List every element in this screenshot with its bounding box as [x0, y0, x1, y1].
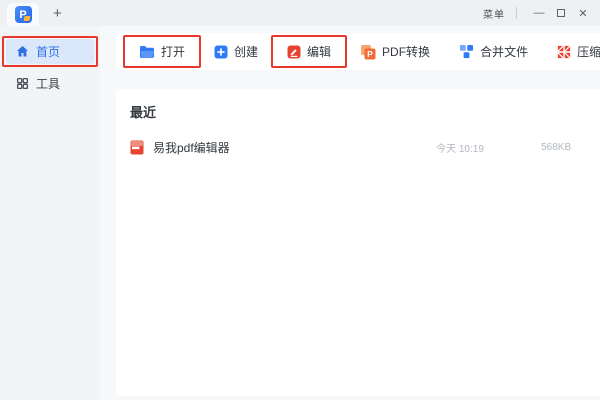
pdf-file-icon — [130, 140, 144, 155]
open-folder-icon — [139, 45, 155, 59]
pdf-convert-button[interactable]: P PDF转换 — [350, 37, 440, 66]
recent-file-row[interactable]: 易我pdf编辑器 今天 10:19 568KB ⋯ — [130, 135, 600, 159]
sidebar-item-label: 工具 — [36, 75, 60, 92]
sidebar: 首页 工具 — [0, 26, 100, 400]
sidebar-item-label: 首页 — [36, 43, 60, 60]
recent-section: 最近 易我pdf编辑器 今天 10:19 568KB ⋯ — [116, 89, 600, 396]
pdf-convert-icon: P — [360, 44, 376, 60]
app-logo-icon: P — [15, 6, 32, 23]
create-button[interactable]: 创建 — [204, 37, 268, 66]
tools-grid-icon — [16, 77, 29, 90]
file-time: 今天 10:19 — [436, 140, 541, 155]
main-panel: 打开 创建 编辑 — [100, 26, 600, 400]
merge-files-button[interactable]: 合并文件 — [449, 37, 538, 66]
window-body: 首页 工具 打开 — [0, 26, 600, 400]
svg-text:P: P — [367, 49, 373, 59]
edit-button[interactable]: 编辑 — [277, 37, 341, 66]
menu-button[interactable]: 菜单 — [483, 6, 505, 21]
merge-files-icon — [459, 44, 474, 59]
tool-button-label: 打开 — [161, 43, 185, 60]
tool-button-label: 压缩 — [577, 43, 600, 60]
new-tab-button[interactable]: + — [53, 6, 62, 21]
create-plus-icon — [214, 45, 228, 59]
tool-button-label: 合并文件 — [480, 43, 528, 60]
recent-title: 最近 — [130, 102, 600, 121]
pdf-editor-window: P + 菜单 — ✕ 首页 — [0, 0, 600, 400]
sidebar-item-tools[interactable]: 工具 — [6, 71, 94, 96]
tool-button-label: 创建 — [234, 43, 258, 60]
titlebar: P + 菜单 — ✕ — [0, 0, 600, 26]
minimize-button[interactable]: — — [528, 3, 550, 23]
app-tab[interactable]: P — [7, 3, 39, 26]
sidebar-item-home[interactable]: 首页 — [6, 39, 94, 64]
compress-button[interactable]: 压缩 — [547, 37, 600, 66]
open-button[interactable]: 打开 — [129, 37, 195, 66]
file-size: 568KB — [541, 142, 600, 153]
logo-pen-nib-icon — [23, 16, 30, 21]
edit-document-icon — [287, 45, 301, 59]
tool-button-label: PDF转换 — [382, 43, 430, 60]
close-button[interactable]: ✕ — [572, 3, 594, 23]
tool-button-label: 编辑 — [307, 43, 331, 60]
quick-actions-toolbar: 打开 创建 编辑 — [116, 33, 600, 70]
titlebar-divider — [516, 7, 517, 19]
home-icon — [16, 45, 29, 58]
compress-icon — [557, 45, 571, 59]
maximize-icon — [557, 9, 565, 17]
maximize-button[interactable] — [550, 3, 572, 23]
file-name: 易我pdf编辑器 — [153, 139, 436, 156]
